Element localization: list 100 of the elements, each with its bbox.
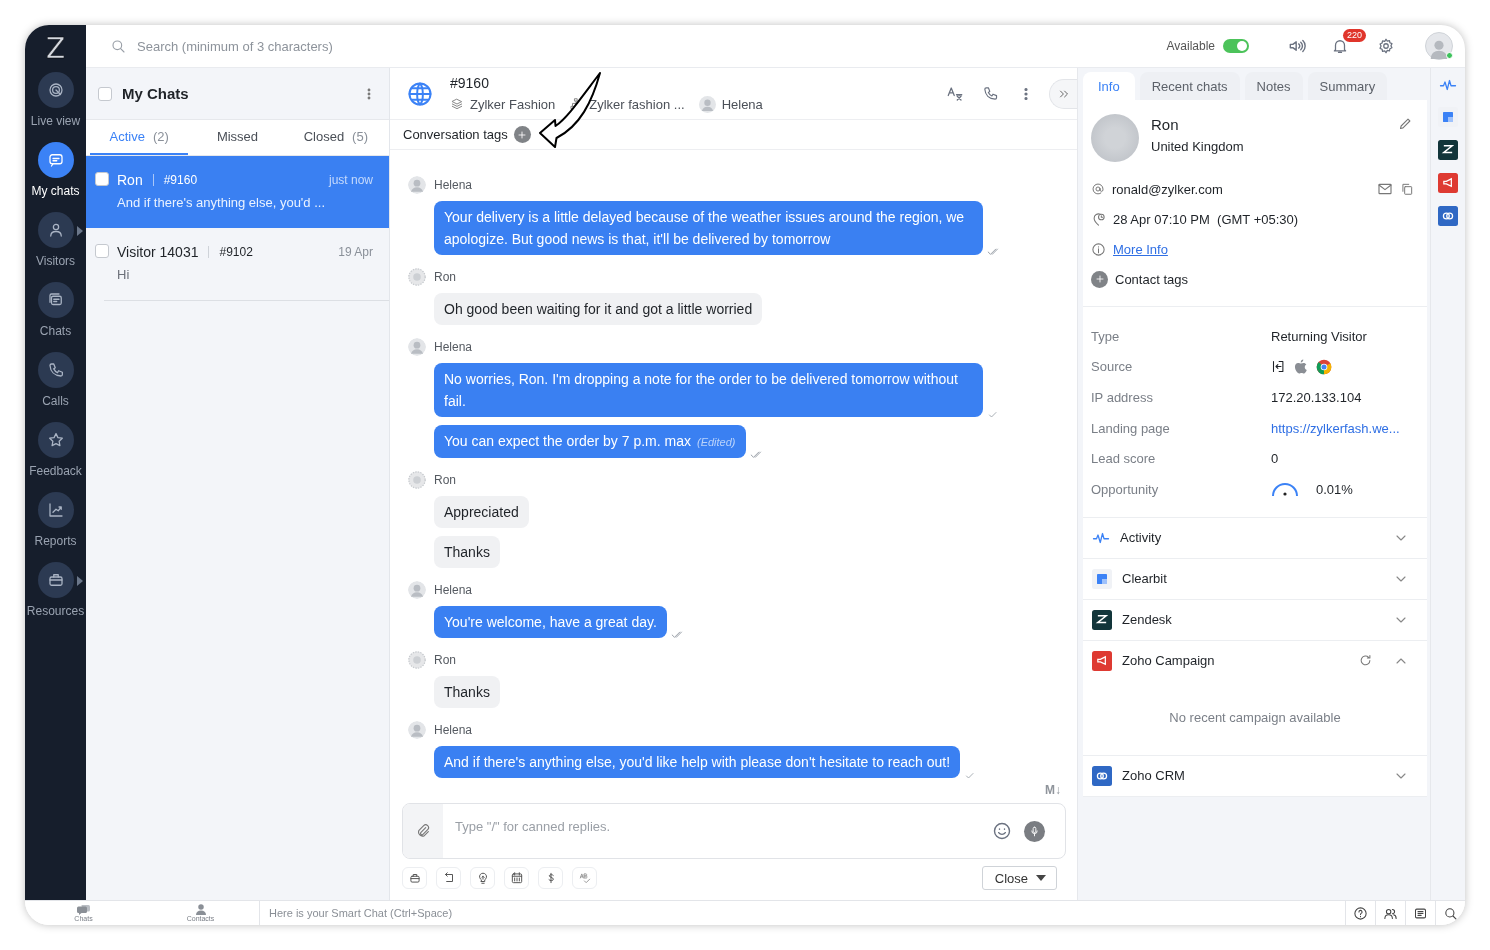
translate-icon[interactable] (946, 84, 964, 103)
integration-header[interactable]: Zoho CRM (1083, 755, 1427, 796)
message-bubble: Your delivery is a little delayed because of the weather issues around the region, we apologize. But good news is that, it'll be delivered by tomorrow (434, 201, 983, 255)
paperclip-icon[interactable] (415, 823, 431, 839)
timestamp: just now (328, 173, 373, 187)
bell-icon[interactable] (1331, 37, 1349, 55)
chat-bubble-icon (46, 151, 65, 169)
toolbar-button[interactable] (470, 867, 495, 889)
search-icon[interactable] (1443, 905, 1458, 921)
integration-header[interactable]: Activity (1083, 517, 1427, 558)
browser-icon (1316, 358, 1332, 375)
rings-icon (1092, 765, 1112, 786)
email: ronald@zylker.com (1112, 181, 1224, 197)
tab[interactable]: Summary (1307, 72, 1388, 100)
chat-list-item[interactable]: Visitor 14031 #9102 19 Apr Hi (86, 228, 389, 300)
online-dot (1446, 52, 1453, 59)
add-tag-button[interactable] (1091, 270, 1108, 288)
megaphone-icon[interactable] (1438, 173, 1458, 193)
chat-tab[interactable]: Missed (188, 120, 287, 155)
help-icon[interactable] (1353, 905, 1368, 921)
star-icon (46, 431, 65, 449)
checkbox[interactable] (95, 172, 109, 186)
avatar-icon (408, 268, 426, 286)
sender-name: Ron (434, 473, 456, 487)
calendar-icon (509, 871, 524, 885)
message-bubble: Appreciated (434, 496, 529, 528)
copy-icon[interactable] (1400, 182, 1414, 196)
select-all-checkbox[interactable] (98, 86, 112, 101)
contact-name: Ron (117, 172, 143, 188)
chat-list-item[interactable]: Ron #9160 just now And if there's anything else, you'd ... (86, 156, 389, 228)
emoji-icon[interactable] (992, 821, 1012, 841)
add-tag-button[interactable] (513, 126, 531, 143)
sender-name: Ron (434, 653, 456, 667)
panel-title: My Chats (122, 85, 190, 102)
tab[interactable]: Notes (1244, 72, 1303, 100)
integration-header[interactable]: Zoho Campaign (1083, 640, 1427, 681)
toolbar-button[interactable] (538, 867, 563, 889)
sidebar-item[interactable]: Resources (25, 562, 86, 632)
tab-count: (2) (152, 129, 169, 144)
caret-icon[interactable] (77, 226, 83, 236)
field-value: Returning Visitor (1271, 328, 1368, 344)
caret-icon (1036, 875, 1046, 881)
chart-icon (46, 501, 65, 519)
caret-icon[interactable] (77, 576, 83, 586)
z-logo-icon (1092, 609, 1112, 630)
phone-icon (46, 361, 65, 379)
logo: Z (45, 34, 66, 64)
sidebar-item[interactable]: Calls (25, 352, 86, 422)
microphone-icon (1028, 824, 1041, 838)
tab[interactable]: Recent chats (1139, 72, 1240, 100)
empty-state-text: No recent campaign available (1168, 709, 1342, 728)
at-icon (1091, 182, 1105, 196)
square-logo-icon (1092, 568, 1112, 589)
more-info-link[interactable]: More Info (1113, 241, 1168, 257)
search-field[interactable]: Search (minimum of 3 characters) (135, 37, 465, 55)
pencil-icon[interactable] (1398, 116, 1413, 131)
tab-count: (5) (352, 129, 368, 144)
toolbar-button[interactable] (504, 867, 529, 889)
integration-header[interactable]: Zendesk (1083, 599, 1427, 640)
microphone-button[interactable] (1024, 820, 1045, 842)
rings-icon[interactable] (1438, 206, 1458, 226)
avatar-icon (408, 651, 426, 669)
chat-tab[interactable]: Closed (5) (286, 120, 385, 155)
chat-id: #9102 (219, 245, 254, 259)
avatar-icon (408, 338, 426, 356)
toolbar-button[interactable] (402, 867, 427, 889)
tags-label: Conversation tags (403, 127, 508, 142)
avatar-icon (698, 95, 716, 113)
markdown-label: M↓ (1045, 783, 1061, 799)
sender-name: Helena (434, 340, 473, 354)
checkbox[interactable] (95, 244, 109, 258)
chat-window-icon[interactable] (1413, 905, 1428, 921)
availability-toggle[interactable] (1223, 39, 1249, 53)
mail-icon[interactable] (1377, 181, 1393, 197)
info-icon (1091, 241, 1106, 257)
toolbar-button[interactable] (436, 867, 461, 889)
message-bubble: Thanks (434, 676, 500, 708)
agent-name: Helena (721, 96, 763, 112)
z-logo-icon[interactable] (1438, 140, 1458, 160)
sidebar-item[interactable]: Reports (25, 492, 86, 562)
chat-id: #9160 (163, 173, 199, 187)
close-button[interactable]: Close (981, 866, 1057, 890)
landing-page-link[interactable]: https://zylkerfash.we... (1271, 420, 1419, 436)
sidebar-item[interactable]: My chats (25, 142, 86, 212)
edited-label: (Edited) (696, 436, 736, 448)
field-label: Landing page (1091, 420, 1171, 436)
sender-name: Helena (434, 178, 473, 192)
location-clock-icon (1091, 211, 1106, 227)
sign-in-icon (1271, 359, 1286, 375)
sidebar-item[interactable]: Visitors (25, 212, 86, 282)
sidebar-item[interactable]: Live view (25, 72, 86, 142)
field-label: Type (1091, 328, 1121, 344)
tab[interactable]: Info (1083, 72, 1135, 100)
sidebar-item[interactable]: Feedback (25, 422, 86, 492)
settings-icon[interactable] (1377, 37, 1395, 55)
integration-header[interactable]: Clearbit (1083, 558, 1427, 599)
phone-icon[interactable] (982, 85, 999, 102)
person-icon (194, 904, 207, 915)
sidebar-item[interactable]: Chats (25, 282, 86, 352)
message-composer[interactable]: Type "/" for canned replies. (402, 803, 1066, 859)
